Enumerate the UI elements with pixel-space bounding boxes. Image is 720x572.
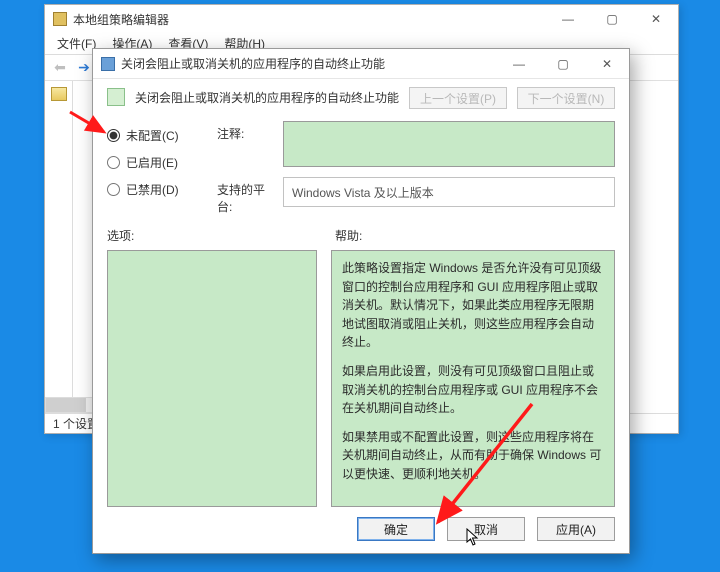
prev-setting-button[interactable]: 上一个设置(P) bbox=[409, 87, 507, 109]
help-pane[interactable]: 此策略设置指定 Windows 是否允许没有可见顶级窗口的控制台应用程序和 GU… bbox=[331, 250, 615, 507]
gpedit-title: 本地组策略编辑器 bbox=[73, 11, 546, 28]
dialog-close-button[interactable]: ✕ bbox=[585, 49, 629, 78]
radio-enabled-input[interactable] bbox=[107, 156, 120, 169]
scrollbar-thumb[interactable] bbox=[46, 398, 86, 412]
next-setting-button[interactable]: 下一个设置(N) bbox=[517, 87, 615, 109]
state-radio-group: 未配置(C) 已启用(E) 已禁用(D) bbox=[107, 121, 199, 215]
dialog-titlebar[interactable]: 关闭会阻止或取消关机的应用程序的自动终止功能 — ▢ ✕ bbox=[93, 49, 629, 79]
policy-heading: 关闭会阻止或取消关机的应用程序的自动终止功能 bbox=[135, 87, 399, 106]
dialog-title: 关闭会阻止或取消关机的应用程序的自动终止功能 bbox=[121, 55, 497, 72]
dialog-app-icon bbox=[101, 57, 115, 71]
dialog-maximize-button[interactable]: ▢ bbox=[541, 49, 585, 78]
radio-enabled-label: 已启用(E) bbox=[126, 154, 178, 171]
gpedit-tree-pane[interactable] bbox=[45, 81, 73, 413]
minimize-button[interactable]: — bbox=[546, 5, 590, 33]
help-paragraph-1: 此策略设置指定 Windows 是否允许没有可见顶级窗口的控制台应用程序和 GU… bbox=[342, 259, 604, 352]
policy-icon bbox=[107, 88, 125, 106]
radio-disabled-label: 已禁用(D) bbox=[126, 181, 179, 198]
comment-textarea[interactable] bbox=[283, 121, 615, 167]
radio-not-configured[interactable]: 未配置(C) bbox=[107, 127, 199, 144]
maximize-button[interactable]: ▢ bbox=[590, 5, 634, 33]
dialog-button-row: 确定 取消 应用(A) bbox=[93, 507, 629, 553]
cancel-button[interactable]: 取消 bbox=[447, 517, 525, 541]
radio-not-configured-label: 未配置(C) bbox=[126, 127, 179, 144]
close-button[interactable]: ✕ bbox=[634, 5, 678, 33]
dialog-minimize-button[interactable]: — bbox=[497, 49, 541, 78]
tree-node-icon bbox=[51, 87, 67, 101]
help-label: 帮助: bbox=[335, 227, 615, 244]
apply-button[interactable]: 应用(A) bbox=[537, 517, 615, 541]
policy-dialog: 关闭会阻止或取消关机的应用程序的自动终止功能 — ▢ ✕ 关闭会阻止或取消关机的… bbox=[92, 48, 630, 554]
options-pane[interactable] bbox=[107, 250, 317, 507]
gpedit-app-icon bbox=[53, 12, 67, 26]
gpedit-titlebar[interactable]: 本地组策略编辑器 — ▢ ✕ bbox=[45, 5, 678, 33]
ok-button[interactable]: 确定 bbox=[357, 517, 435, 541]
supported-platform-box: Windows Vista 及以上版本 bbox=[283, 177, 615, 207]
comment-label: 注释: bbox=[217, 121, 275, 167]
radio-disabled-input[interactable] bbox=[107, 183, 120, 196]
radio-enabled[interactable]: 已启用(E) bbox=[107, 154, 199, 171]
options-label: 选项: bbox=[107, 227, 317, 244]
platform-label: 支持的平台: bbox=[217, 177, 275, 215]
help-paragraph-3: 如果禁用或不配置此设置，则这些应用程序将在关机期间自动终止，从而有助于确保 Wi… bbox=[342, 428, 604, 484]
help-paragraph-2: 如果启用此设置，则没有可见顶级窗口且阻止或取消关机的控制台应用程序或 GUI 应… bbox=[342, 362, 604, 418]
radio-not-configured-input[interactable] bbox=[107, 129, 120, 142]
toolbar-back-icon[interactable]: ⬅ bbox=[49, 58, 71, 78]
radio-disabled[interactable]: 已禁用(D) bbox=[107, 181, 199, 198]
